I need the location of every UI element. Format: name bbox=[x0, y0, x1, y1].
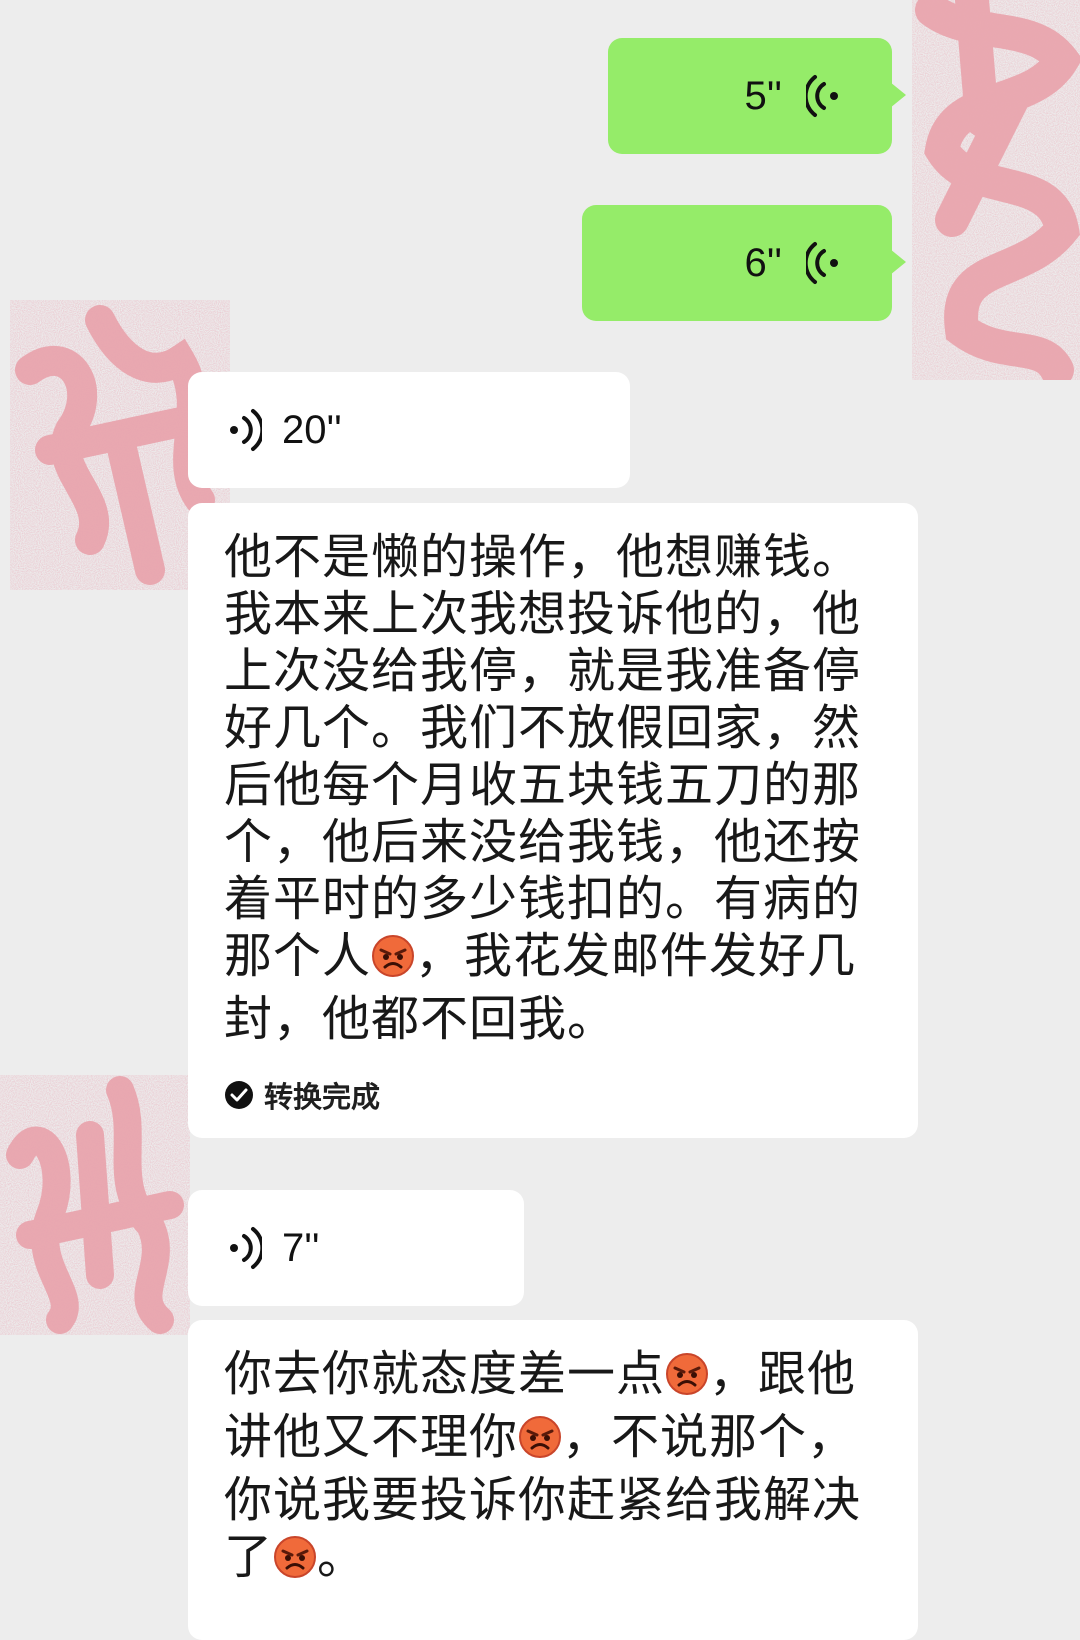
voice-duration: 5'' bbox=[744, 73, 782, 118]
check-circle-icon bbox=[225, 1081, 253, 1109]
status-label: 转换完成 bbox=[264, 1080, 381, 1114]
voice-wave-icon bbox=[230, 409, 262, 451]
voice-duration: 7'' bbox=[282, 1225, 320, 1270]
voice-duration: 6'' bbox=[744, 240, 782, 285]
chat-area[interactable]: 5'' 6'' 20'' 他不是懒的操作，他想赚钱。我本来上次我想投诉他的，他上… bbox=[0, 0, 1080, 1640]
transcript-text: 他不是懒的操作，他想赚钱。我本来上次我想投诉他的，他上次没给我停，就是我准备停好… bbox=[224, 529, 862, 1047]
avatar-scribbled-incoming-2[interactable] bbox=[0, 1075, 190, 1335]
angry-face-emoji bbox=[518, 1415, 562, 1472]
voice-message-incoming-2[interactable]: 7'' bbox=[188, 1190, 524, 1306]
angry-face-emoji bbox=[273, 1535, 317, 1592]
avatar-scribbled-outgoing[interactable] bbox=[912, 0, 1080, 380]
voice-transcript-1[interactable]: 他不是懒的操作，他想赚钱。我本来上次我想投诉他的，他上次没给我停，就是我准备停好… bbox=[188, 503, 918, 1138]
voice-message-outgoing-1[interactable]: 5'' bbox=[608, 38, 906, 154]
angry-face-emoji bbox=[371, 934, 415, 991]
transcript-status: 转换完成 bbox=[224, 1074, 884, 1116]
voice-duration: 20'' bbox=[282, 407, 342, 452]
voice-message-outgoing-2[interactable]: 6'' bbox=[582, 205, 906, 321]
voice-wave-icon bbox=[806, 242, 838, 284]
voice-wave-icon bbox=[230, 1227, 262, 1269]
transcript-text: 你去你就态度差一点 ，跟他讲他又不理你 ，不说那个，你说我要投诉你赶紧给我解决了。 bbox=[224, 1346, 884, 1592]
voice-message-incoming-1[interactable]: 20'' bbox=[188, 372, 630, 488]
voice-transcript-2[interactable]: 你去你就态度差一点 ，跟他讲他又不理你 ，不说那个，你说我要投诉你赶紧给我解决了。 bbox=[188, 1320, 918, 1640]
voice-wave-icon bbox=[806, 75, 838, 117]
angry-face-emoji bbox=[665, 1352, 709, 1409]
